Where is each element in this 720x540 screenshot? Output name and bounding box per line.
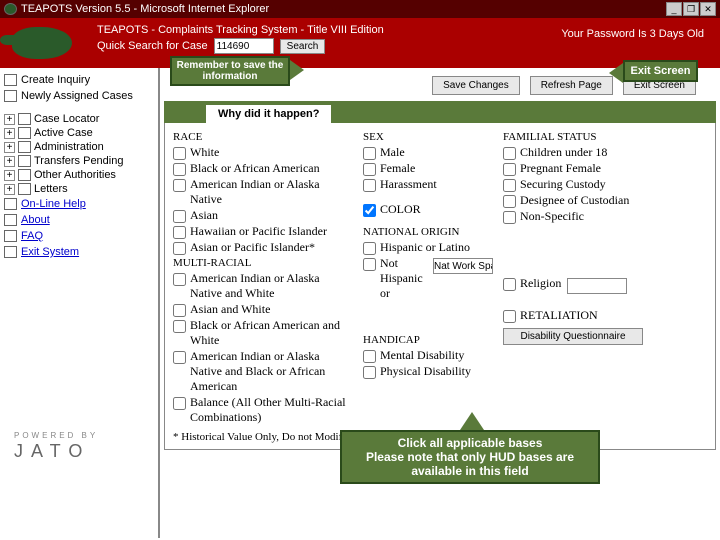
header-band: TEAPOTS - Complaints Tracking System - T… [0,18,720,68]
maximize-button[interactable]: ❐ [683,2,699,16]
folder-icon [18,127,31,139]
multi-header: MULTI-RACIAL [173,257,353,269]
chk-mental[interactable] [363,350,376,363]
callout-exit: Exit Screen [623,60,698,82]
chk-m2[interactable] [173,304,186,317]
callout-save: Remember to save the information [170,56,290,86]
logo [4,20,89,66]
sidebar-create-inquiry[interactable]: Create Inquiry [2,72,156,88]
chk-color[interactable] [363,204,376,217]
chk-m3[interactable] [173,320,186,333]
chk-hawaiian[interactable] [173,226,186,239]
refresh-button[interactable]: Refresh Page [530,76,613,95]
chk-asian[interactable] [173,210,186,223]
historical-note: * Historical Value Only, Do not Modify [173,431,353,443]
chk-nonspec[interactable] [503,211,516,224]
chk-designee[interactable] [503,195,516,208]
chk-api[interactable] [173,242,186,255]
titlebar: TEAPOTS Version 5.5 - Microsoft Internet… [0,0,720,18]
tree-active-case[interactable]: +Active Case [2,126,156,140]
chk-female[interactable] [363,163,376,176]
chk-aian[interactable] [173,179,186,192]
tree-letters[interactable]: +Letters [2,182,156,196]
chk-white[interactable] [173,147,186,160]
nat-workspace-input[interactable] [433,258,493,274]
folder-icon [18,155,31,167]
sex-header: SEX [363,131,493,143]
link-help[interactable]: On-Line Help [2,196,156,212]
tree-transfers[interactable]: +Transfers Pending [2,154,156,168]
quicksearch-label: Quick Search for Case [97,40,208,52]
religion-input[interactable] [567,278,627,294]
sidebar-newly-assigned[interactable]: Newly Assigned Cases [2,88,156,104]
tree-other-auth[interactable]: +Other Authorities [2,168,156,182]
expand-icon[interactable]: + [4,128,15,139]
expand-icon[interactable]: + [4,156,15,167]
close-button[interactable]: ✕ [700,2,716,16]
hand-header: HANDICAP [363,334,493,346]
link-about[interactable]: About [2,212,156,228]
link-faq[interactable]: FAQ [2,228,156,244]
tab-why[interactable]: Why did it happen? [204,103,333,123]
doc-icon [4,74,17,86]
minimize-button[interactable]: _ [666,2,682,16]
expand-icon[interactable]: + [4,184,15,195]
save-button[interactable]: Save Changes [432,76,520,95]
chk-nothisp[interactable] [363,258,376,271]
tree-administration[interactable]: +Administration [2,140,156,154]
tree-case-locator[interactable]: +Case Locator [2,112,156,126]
arrow-up-icon [460,412,484,430]
app-title: TEAPOTS - Complaints Tracking System - T… [97,24,541,36]
chk-custody[interactable] [503,179,516,192]
doc-icon [4,198,17,210]
doc-icon [4,230,17,242]
folder-icon [18,183,31,195]
arrow-exit-icon [609,63,623,83]
doc-icon [4,214,17,226]
chk-hisp[interactable] [363,242,376,255]
link-exit[interactable]: Exit System [2,244,156,260]
chk-m4[interactable] [173,351,186,364]
chk-m5[interactable] [173,397,186,410]
folder-icon [18,113,31,125]
chk-retaliation[interactable] [503,310,516,323]
chk-physical[interactable] [363,366,376,379]
folder-icon [18,141,31,153]
callout-bottom: Click all applicable bases Please note t… [340,430,600,484]
expand-icon[interactable]: + [4,142,15,153]
disability-questionnaire-button[interactable]: Disability Questionnaire [503,328,643,345]
sidebar: Create Inquiry Newly Assigned Cases +Cas… [0,68,160,538]
search-button[interactable]: Search [280,39,326,54]
chk-male[interactable] [363,147,376,160]
window-title: TEAPOTS Version 5.5 - Microsoft Internet… [21,3,269,15]
form-body: RACE White Black or African American Ame… [164,123,716,450]
chk-harass[interactable] [363,179,376,192]
window-controls: _ ❐ ✕ [666,2,716,16]
arrow-save-icon [290,60,304,80]
expand-icon[interactable]: + [4,170,15,181]
chk-children[interactable] [503,147,516,160]
app-icon [4,3,17,15]
teapot-icon [12,27,72,59]
race-header: RACE [173,131,353,143]
powered-by: POWERED BY [14,431,98,440]
tab-row: Why did it happen? [164,101,716,123]
quicksearch-input[interactable] [214,38,274,54]
expand-icon[interactable]: + [4,114,15,125]
doc-icon [4,246,17,258]
fam-header: FAMILIAL STATUS [503,131,643,143]
chk-religion[interactable] [503,278,516,291]
chk-pregnant[interactable] [503,163,516,176]
chk-black[interactable] [173,163,186,176]
nat-header: NATIONAL ORIGIN [363,226,493,238]
chk-m1[interactable] [173,273,186,286]
folder-icon [18,169,31,181]
jato-logo: JATO [14,441,90,462]
doc-icon [4,90,17,102]
